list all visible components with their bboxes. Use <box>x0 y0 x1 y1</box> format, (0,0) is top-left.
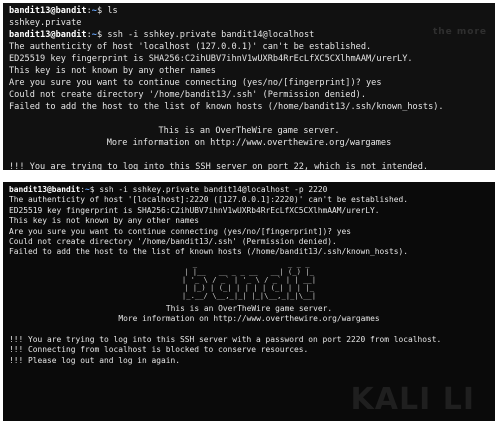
terminal-window-2[interactable]: KALI LI bandit13@bandit:~$ ssh -i sshkey… <box>3 182 495 421</box>
output-line: The authenticity of host 'localhost (127… <box>9 42 372 52</box>
command-line: bandit13@bandit:~$ ssh -i sshkey.private… <box>9 185 489 195</box>
command-line: bandit13@bandit:~$ ls <box>9 5 489 17</box>
prompt-symbol: $ <box>89 185 100 194</box>
output-line: Could not create directory '/home/bandit… <box>9 236 337 246</box>
output-line: Failed to add the host to the list of kn… <box>9 247 409 257</box>
output-line: Failed to add the host to the list of kn… <box>9 102 444 112</box>
output-line: !!! You are trying to log into this SSH … <box>9 162 429 170</box>
prompt-user-host: bandit13@bandit <box>9 185 81 194</box>
output-line: Are you sure you want to continue connec… <box>9 226 352 236</box>
command-line: bandit13@bandit:~$ ssh -i sshkey.private… <box>9 29 489 41</box>
output-line: ED25519 key fingerprint is SHA256:C2ihUB… <box>9 54 413 64</box>
command-text: ssh -i sshkey.private bandit14@localhost… <box>99 185 328 194</box>
output-line: Are you sure you want to continue connec… <box>9 78 382 88</box>
output-line: The authenticity of host '[localhost]:22… <box>9 195 409 205</box>
output-line: sshkey.private <box>9 18 82 28</box>
output-line: This key is not known by any other names <box>9 216 200 226</box>
output-line: !!! You are trying to log into this SSH … <box>9 334 442 344</box>
output-line: !!! Connecting from localhost is blocked… <box>9 345 309 355</box>
terminal-window-1[interactable]: the more bandit13@bandit:~$ ls sshkey.pri… <box>3 3 495 170</box>
bandit-ascii-banner: _ _ _ _ | |__ __ _ _ __ __| (_) |_ | '_ … <box>181 258 317 300</box>
prompt-symbol: $ <box>96 6 108 16</box>
background-watermark: KALI LI <box>350 382 475 417</box>
prompt-user-host: bandit13@bandit <box>9 6 87 16</box>
prompt-user-host: bandit13@bandit <box>9 30 87 40</box>
banner-text-line: This is an OverTheWire game server. <box>158 126 340 136</box>
output-line: This key is not known by any other names <box>9 66 216 76</box>
command-text: ssh -i sshkey.private bandit14@localhost <box>107 30 315 40</box>
output-line: ED25519 key fingerprint is SHA256:C2ihUB… <box>9 205 380 215</box>
banner-text-line: More information on http://www.overthewi… <box>106 138 392 148</box>
prompt-symbol: $ <box>96 30 108 40</box>
background-watermark: the more <box>432 27 487 37</box>
terminal-output: This is an OverTheWire game server. More … <box>9 304 489 366</box>
output-line: Could not create directory '/home/bandit… <box>9 90 366 100</box>
terminal-output: bandit13@bandit:~$ ssh -i sshkey.private… <box>9 185 489 258</box>
terminal-output: bandit13@bandit:~$ ls sshkey.private bandi… <box>9 5 489 170</box>
output-line: !!! Please log out and log in again. <box>9 355 181 365</box>
banner-text-line: More information on http://www.overthewi… <box>118 314 380 324</box>
banner-text-line: This is an OverTheWire game server. <box>165 303 333 313</box>
command-text: ls <box>107 6 118 16</box>
